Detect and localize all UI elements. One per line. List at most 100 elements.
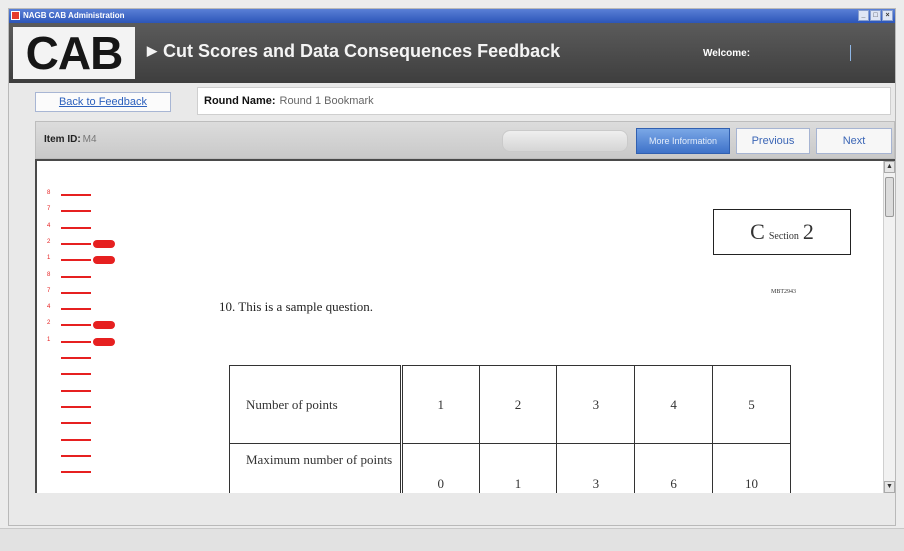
bookmark-mark[interactable]	[47, 436, 127, 444]
bookmark-mark[interactable]	[47, 354, 127, 362]
next-button[interactable]: Next	[816, 128, 892, 154]
item-toolbar: Item ID: M4 More Information Previous Nex…	[35, 121, 895, 159]
round-name-field: Round Name: Round 1 Bookmark	[197, 87, 891, 115]
item-id-value: M4	[82, 134, 97, 145]
scroll-down-icon[interactable]: ▼	[884, 481, 895, 493]
bookmark-mark[interactable]: 4	[47, 222, 127, 232]
bookmark-mark[interactable]: 7	[47, 206, 127, 215]
close-icon[interactable]: ×	[882, 10, 893, 21]
bookmark-mark[interactable]	[47, 403, 127, 411]
logout-link[interactable]	[855, 48, 891, 58]
bookmark-mark[interactable]: 4	[47, 304, 127, 313]
bookmark-mark-number: 4	[47, 222, 51, 229]
bookmark-mark[interactable]: 2	[47, 320, 127, 330]
page-title-text: Cut Scores and Data Consequences Feedbac…	[163, 41, 561, 61]
table-cell: 2	[478, 365, 558, 444]
bookmark-mark-number: 8	[47, 271, 51, 278]
bookmark-mark-bar	[61, 194, 91, 196]
bookmark-mark-bar	[61, 324, 91, 327]
vertical-scrollbar[interactable]: ▲ ▼	[883, 161, 895, 493]
table-row: Maximum number of points 0 1 3 6 10	[229, 443, 791, 493]
bookmark-indicator	[93, 337, 115, 346]
question-table: Number of points 1 2 3 4 5 Maximum numbe…	[229, 365, 791, 493]
disabled-toolbar-button	[502, 130, 628, 152]
bookmark-mark-number: 1	[47, 336, 51, 343]
item-id-label: Item ID:	[44, 134, 81, 145]
bookmark-mark-bar	[61, 259, 91, 262]
more-information-button[interactable]: More Information	[636, 128, 730, 154]
bookmark-mark[interactable]	[47, 452, 127, 460]
bookmark-mark-number: 7	[47, 287, 51, 294]
item-viewer[interactable]: 8742187421 C Section 2 MBT2943 10. This is…	[35, 159, 895, 493]
status-strip	[0, 528, 904, 551]
bookmark-mark-bar	[61, 454, 91, 457]
app-icon	[11, 11, 20, 20]
user-name-link[interactable]	[779, 48, 847, 58]
section-label-box: C Section 2	[713, 209, 851, 255]
question-text: 10. This is a sample question.	[219, 299, 373, 314]
bookmark-mark-bar	[61, 471, 91, 474]
bookmark-mark-bar	[61, 226, 91, 229]
bookmark-mark-bar	[61, 373, 91, 376]
bookmark-mark-bar	[61, 210, 91, 213]
window-titlebar[interactable]: NAGB CAB Administration _ □ ×	[9, 9, 895, 23]
bookmark-indicator	[93, 256, 115, 265]
bookmark-mark[interactable]: 8	[47, 271, 127, 281]
section-letter: C	[750, 219, 765, 244]
table-cell: 3	[556, 443, 636, 493]
table-cell: 4	[634, 365, 714, 444]
round-name-label: Round Name:	[204, 95, 276, 107]
window-title: NAGB CAB Administration	[23, 11, 125, 20]
welcome-divider	[850, 45, 851, 61]
cab-logo: CAB	[13, 27, 135, 79]
item-id: Item ID: M4	[44, 134, 97, 145]
table-cell: 3	[556, 365, 636, 444]
bookmark-mark-bar	[61, 405, 91, 408]
bookmark-mark[interactable]: 2	[47, 239, 127, 248]
bookmark-mark-number: 8	[47, 190, 51, 196]
scroll-up-icon[interactable]: ▲	[884, 161, 895, 173]
section-word: Section	[768, 231, 799, 242]
table-cell: 6	[634, 443, 714, 493]
table-cell: 1	[400, 365, 480, 444]
bookmark-mark[interactable]	[47, 387, 127, 395]
bookmark-mark[interactable]	[47, 370, 127, 378]
bookmark-mark[interactable]: 8	[47, 190, 127, 199]
bookmark-mark[interactable]: 1	[47, 255, 127, 265]
bookmark-mark-number: 4	[47, 304, 51, 311]
table-cell: 0	[400, 443, 480, 493]
page-code: MBT2943	[771, 289, 797, 295]
table-cell: 10	[712, 443, 791, 493]
previous-button[interactable]: Previous	[736, 128, 810, 154]
table-row: Number of points 1 2 3 4 5	[229, 365, 791, 444]
bookmark-mark-number: 2	[47, 320, 51, 327]
table-row-header: Number of points	[229, 365, 403, 444]
bookmark-mark-bar	[61, 422, 91, 425]
bookmark-mark-bar	[61, 438, 91, 441]
bookmark-mark-number: 7	[47, 206, 51, 213]
bookmark-mark-bar	[61, 275, 91, 278]
bookmark-mark-bar	[61, 357, 91, 359]
back-to-feedback-button[interactable]: Back to Feedback	[35, 92, 171, 112]
section-number: 2	[802, 219, 814, 244]
bookmark-mark[interactable]	[47, 419, 127, 427]
bookmark-mark-bar	[61, 291, 91, 294]
bookmark-mark-number: 1	[47, 255, 51, 262]
minimize-icon[interactable]: _	[858, 10, 869, 21]
bookmark-mark-bar	[61, 340, 91, 343]
bookmark-indicator	[93, 239, 115, 248]
table-cell: 1	[478, 443, 558, 493]
maximize-icon[interactable]: □	[870, 10, 881, 21]
table-row-header: Maximum number of points	[229, 443, 403, 493]
round-name-value: Round 1 Bookmark	[279, 95, 374, 107]
app-window: NAGB CAB Administration _ □ × CAB ▶ Cut S…	[8, 8, 896, 526]
bookmark-mark[interactable]: 7	[47, 287, 127, 297]
page-title: ▶ Cut Scores and Data Consequences Feedba…	[147, 41, 560, 62]
bookmark-mark-bar	[61, 308, 91, 311]
bookmark-indicator	[93, 321, 115, 330]
bookmark-mark-bar	[61, 242, 91, 245]
table-cell: 5	[712, 365, 791, 444]
bookmark-mark[interactable]: 1	[47, 336, 127, 346]
scroll-thumb[interactable]	[885, 177, 894, 217]
bookmark-mark[interactable]	[47, 468, 127, 476]
